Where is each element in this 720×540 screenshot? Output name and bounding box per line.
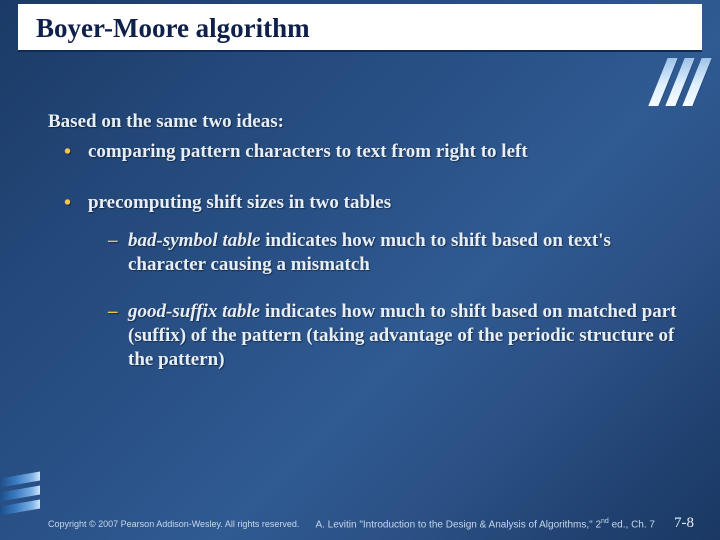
stripe-icon — [0, 499, 40, 515]
sub-item: bad-symbol table indicates how much to s… — [108, 229, 680, 278]
citation-pre: A. Levitin "Introduction to the Design &… — [315, 519, 601, 530]
title-bar: Boyer-Moore algorithm — [18, 4, 702, 52]
stripe-icon — [0, 471, 40, 487]
bullet-text: comparing pattern characters to text fro… — [88, 141, 528, 162]
stripe-icon — [0, 485, 40, 501]
citation-text: A. Levitin "Introduction to the Design &… — [315, 518, 658, 530]
sub-term: good-suffix table — [128, 301, 260, 322]
slide-body: Based on the same two ideas: comparing p… — [48, 110, 680, 399]
slide: Boyer-Moore algorithm Based on the same … — [0, 0, 720, 540]
sub-item: good-suffix table indicates how much to … — [108, 300, 680, 373]
copyright-text: Copyright © 2007 Pearson Addison-Wesley.… — [48, 519, 299, 529]
sub-list: bad-symbol table indicates how much to s… — [108, 229, 680, 373]
citation-post: ed., Ch. 7 — [609, 519, 655, 530]
footer: Copyright © 2007 Pearson Addison-Wesley.… — [48, 515, 694, 532]
decor-stripes-bottom — [0, 475, 40, 512]
slide-title: Boyer-Moore algorithm — [36, 13, 310, 43]
page-number: 7-8 — [674, 515, 694, 532]
bullet-item: comparing pattern characters to text fro… — [64, 140, 680, 164]
bullet-list: comparing pattern characters to text fro… — [64, 140, 680, 372]
citation-sup: nd — [601, 518, 609, 525]
bullet-item: precomputing shift sizes in two tables b… — [64, 191, 680, 373]
bullet-text: precomputing shift sizes in two tables — [88, 192, 391, 213]
decor-stripes-top — [658, 58, 702, 106]
sub-term: bad-symbol table — [128, 230, 260, 251]
intro-text: Based on the same two ideas: — [48, 110, 680, 134]
